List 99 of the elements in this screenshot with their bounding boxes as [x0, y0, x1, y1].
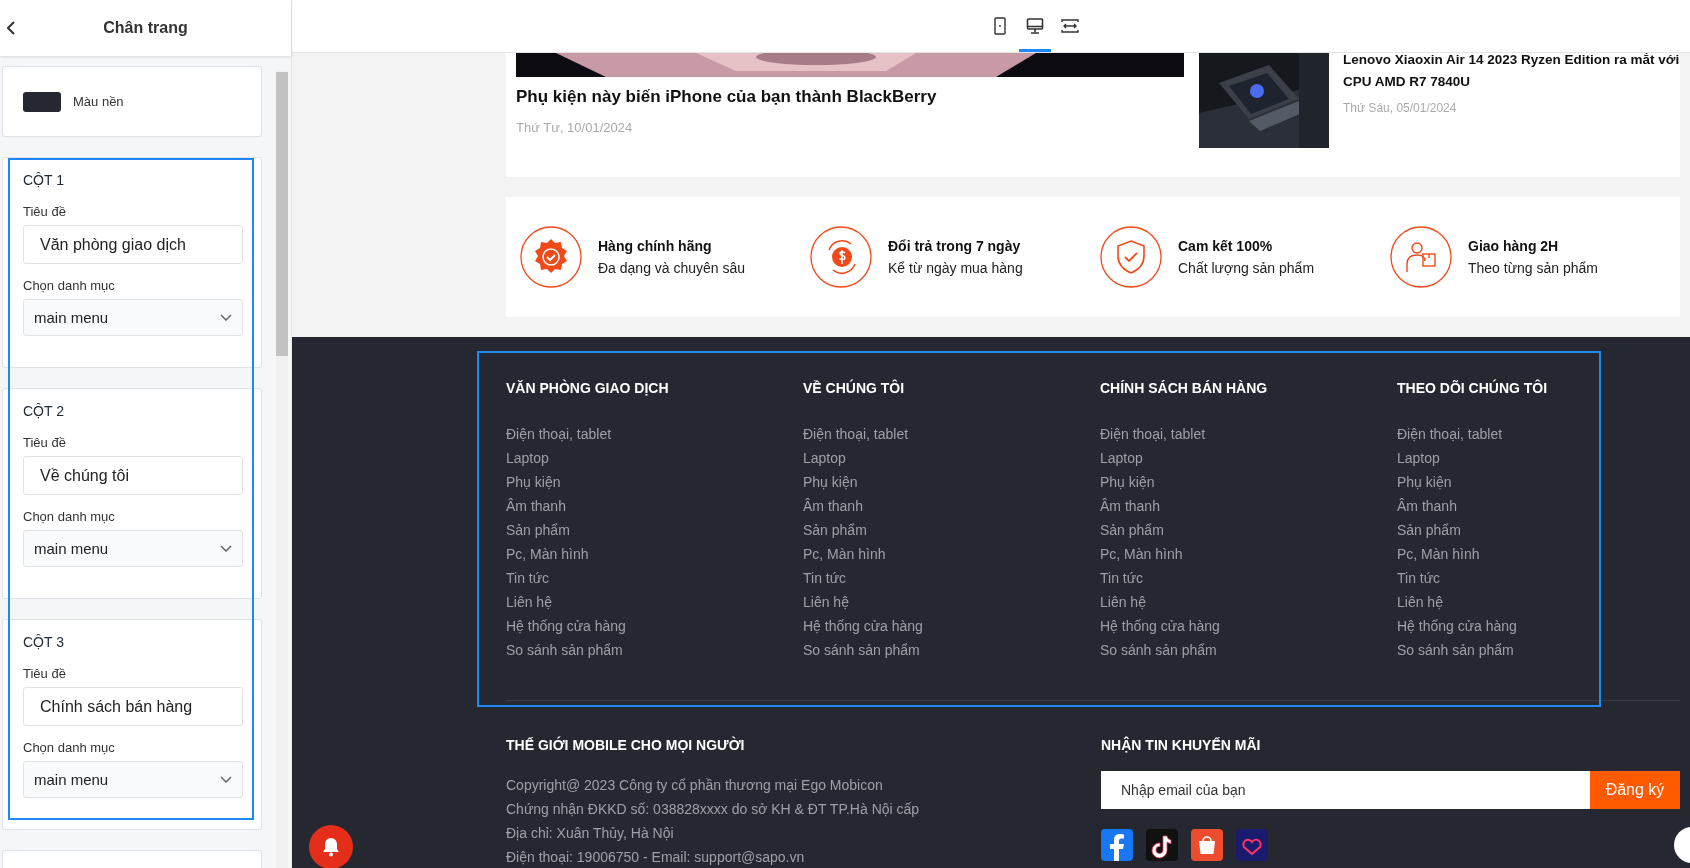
bell-icon [322, 837, 340, 857]
chevron-down-icon [220, 314, 232, 321]
feature-subtitle: Kể từ ngày mua hàng [888, 260, 1023, 276]
notification-button[interactable] [309, 825, 353, 868]
footer-link[interactable]: Hệ thống cửa hàng [803, 614, 1100, 638]
footer-link[interactable]: Sản phẩm [803, 518, 1100, 542]
card-heading: CỘT 3 [23, 634, 65, 650]
footer-heading: CHÍNH SÁCH BÁN HÀNG [1100, 380, 1269, 396]
footer-link[interactable]: Pc, Màn hình [506, 542, 803, 566]
field-label: Màu nền [73, 94, 124, 109]
footer-link[interactable]: Tin tức [1397, 566, 1690, 590]
footer-link[interactable]: Sản phẩm [1100, 518, 1397, 542]
chevron-down-icon [220, 776, 232, 783]
field-label: Tiêu đề [23, 435, 67, 450]
footer-link[interactable]: Sản phẩm [1397, 518, 1690, 542]
footer-link[interactable]: Phụ kiện [1100, 470, 1397, 494]
footer-link[interactable]: Liên hệ [803, 590, 1100, 614]
panel-title: Chân trang [103, 19, 188, 37]
card-heading: CỘT 1 [23, 172, 65, 188]
footer-link[interactable]: Liên hệ [1397, 590, 1690, 614]
field-label: Chọn danh mục [23, 278, 116, 293]
menu-select[interactable]: main menu [23, 530, 243, 567]
footer-link[interactable]: Liên hệ [506, 590, 803, 614]
footer-link[interactable]: So sánh sản phẩm [1397, 638, 1690, 662]
menu-select[interactable]: main menu [23, 761, 243, 798]
email-field[interactable]: Nhập email của bạn [1101, 771, 1590, 809]
footer-link[interactable]: Tin tức [506, 566, 803, 590]
footer-heading: NHẬN TIN KHUYẾN MÃI [1101, 737, 1262, 753]
footer-heading: VĂN PHÒNG GIAO DỊCH [506, 380, 670, 396]
back-icon[interactable] [7, 21, 15, 35]
footer-heading: VỀ CHÚNG TÔI [803, 380, 906, 396]
footer-link[interactable]: Laptop [1100, 446, 1397, 470]
article-title[interactable]: Phụ kiện này biến iPhone của bạn thành BlackBerry [516, 87, 1184, 107]
footer-link[interactable]: Âm thanh [506, 494, 803, 518]
chevron-down-icon [220, 545, 232, 552]
footer-link[interactable]: Phụ kiện [1397, 470, 1690, 494]
footer-link[interactable]: Âm thanh [803, 494, 1100, 518]
footer-link[interactable]: Điện thoại, tablet [1397, 422, 1690, 446]
footer-link[interactable]: Laptop [803, 446, 1100, 470]
heart-logo-icon[interactable] [1236, 829, 1268, 861]
shopping-bag-icon[interactable] [1191, 829, 1223, 861]
footer-link[interactable]: Pc, Màn hình [1397, 542, 1690, 566]
footer-link[interactable]: Laptop [506, 446, 803, 470]
tablet-icon [993, 17, 1007, 35]
company-info: Địa chỉ: Xuân Thủy, Hà Nội [506, 824, 675, 843]
footer-link[interactable]: Phụ kiện [803, 470, 1100, 494]
footer-link[interactable]: So sánh sản phẩm [1100, 638, 1397, 662]
article-date: Thứ Sáu, 05/01/2024 [1343, 101, 1458, 115]
card-heading: CỘT 2 [23, 403, 65, 419]
field-label: Tiêu đề [23, 204, 67, 219]
footer-link[interactable]: Phụ kiện [506, 470, 803, 494]
menu-select[interactable]: main menu [23, 299, 243, 336]
color-swatch[interactable] [23, 91, 61, 112]
title-input[interactable]: Văn phòng giao dịch [23, 225, 243, 264]
feature-title: Đổi trả trong 7 ngày [888, 238, 1022, 254]
delivery-person-icon [1390, 226, 1452, 288]
footer-link[interactable]: Điện thoại, tablet [1100, 422, 1397, 446]
footer-link[interactable]: Hệ thống cửa hàng [1397, 614, 1690, 638]
footer-link[interactable]: Điện thoại, tablet [803, 422, 1100, 446]
article-date: Thứ Tư, 10/01/2024 [516, 120, 634, 135]
footer-link[interactable]: Pc, Màn hình [1100, 542, 1397, 566]
feature-subtitle: Theo từng sản phẩm [1468, 260, 1598, 276]
scrollbar[interactable] [276, 70, 288, 868]
feature-title: Cam kết 100% [1178, 238, 1274, 254]
dollar-refresh-icon [810, 226, 872, 288]
footer-link[interactable]: Liên hệ [1100, 590, 1397, 614]
company-info: Chứng nhận ĐKKD số: 038828xxxx do sở KH & ĐT TP.Hà Nội cấp [506, 800, 921, 819]
footer-heading: THẾ GIỚI MOBILE CHO MỌI NGƯỜI [506, 737, 746, 753]
footer-heading: THEO DÕI CHÚNG TÔI [1397, 380, 1549, 396]
footer-link[interactable]: Laptop [1397, 446, 1690, 470]
footer-link[interactable]: So sánh sản phẩm [506, 638, 803, 662]
footer-link[interactable]: Tin tức [803, 566, 1100, 590]
company-info: Copyright@ 2023 Công ty cổ phần thương mại Ego Mobicon [506, 776, 884, 795]
field-label: Tiêu đề [23, 666, 67, 681]
title-input[interactable]: Về chúng tôi [23, 456, 243, 495]
field-label: Chọn danh mục [23, 509, 116, 524]
footer-link[interactable]: Sản phẩm [506, 518, 803, 542]
footer-link[interactable]: So sánh sản phẩm [803, 638, 1100, 662]
company-info: Điện thoại: 19006750 - Email: support@sapo.vn [506, 848, 806, 867]
feature-subtitle: Đa dạng và chuyên sâu [598, 260, 746, 276]
tiktok-icon[interactable] [1146, 829, 1178, 861]
subscribe-button[interactable]: Đăng ký [1590, 771, 1680, 809]
footer-link[interactable]: Tin tức [1100, 566, 1397, 590]
feature-subtitle: Chất lượng sản phẩm [1178, 260, 1315, 276]
footer-link[interactable]: Âm thanh [1100, 494, 1397, 518]
feature-title: Giao hàng 2H [1468, 238, 1560, 254]
facebook-icon[interactable] [1101, 829, 1133, 861]
footer-link[interactable]: Âm thanh [1397, 494, 1690, 518]
monitor-icon [1026, 17, 1044, 35]
feature-title: Hàng chính hãng [598, 238, 713, 254]
badge-check-icon [520, 226, 582, 288]
footer-link[interactable]: Pc, Màn hình [803, 542, 1100, 566]
footer-link[interactable]: Điện thoại, tablet [506, 422, 803, 446]
title-input[interactable]: Chính sách bán hàng [23, 687, 243, 726]
footer-link[interactable]: Hệ thống cửa hàng [1100, 614, 1397, 638]
resize-horizontal-icon [1061, 18, 1079, 34]
footer-link[interactable]: Hệ thống cửa hàng [506, 614, 803, 638]
field-label: Chọn danh mục [23, 740, 116, 755]
shield-check-icon [1100, 226, 1162, 288]
